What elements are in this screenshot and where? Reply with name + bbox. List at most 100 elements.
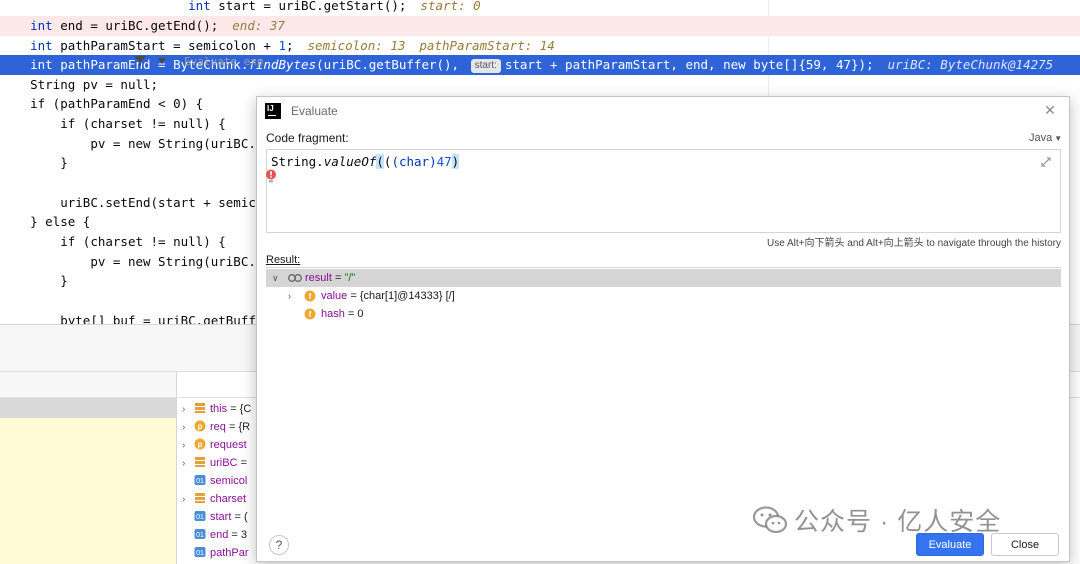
watch-icon: [288, 274, 302, 282]
code-text: if (pathParamEnd < 0) {: [30, 96, 204, 111]
svg-text:f: f: [309, 292, 312, 301]
code-text: end = uriBC.getEnd();: [60, 18, 219, 33]
svg-text:p: p: [198, 440, 203, 449]
variable-name: start: [210, 511, 232, 523]
svg-text:01: 01: [196, 550, 204, 557]
result-tree[interactable]: ∨ result = "/" › f value = {char[1]@1433…: [266, 267, 1061, 531]
keyword: int: [30, 38, 61, 53]
variable-name: request: [210, 439, 247, 451]
code-text: }: [30, 155, 68, 170]
variable-name: end: [210, 529, 229, 541]
keyword: int: [30, 18, 61, 33]
field-name: value: [321, 290, 348, 302]
field-icon: f: [304, 290, 316, 302]
param-icon: p: [194, 420, 206, 432]
error-bulb-icon[interactable]: [265, 169, 277, 183]
close-icon[interactable]: ✕: [1043, 103, 1057, 117]
code-text: byte[] buf = uriBC.getBuffer: [30, 313, 271, 324]
param-icon: p: [194, 438, 206, 450]
field-icon: f: [304, 308, 316, 320]
variable-name: charset: [210, 493, 247, 505]
evaluate-expression-placeholder: Evaluate exp: [184, 55, 264, 68]
dialog-title-bar[interactable]: IJ Evaluate ✕: [257, 97, 1069, 125]
parameter-hint: start:: [470, 59, 501, 73]
result-label: Result:: [266, 254, 300, 266]
field-value: 0: [357, 308, 364, 320]
chevron-right-icon[interactable]: ›: [288, 287, 298, 305]
variable-value: = 3: [228, 529, 248, 541]
primitive-icon: 01: [194, 511, 206, 521]
primitive-icon: 01: [194, 547, 206, 557]
expand-icon[interactable]: [1041, 157, 1051, 167]
evaluate-dialog: IJ Evaluate ✕ Code fragment: Java ▼ Strin…: [256, 96, 1070, 562]
chevron-right-icon[interactable]: ›: [182, 419, 194, 436]
frames-list[interactable]: [0, 398, 176, 564]
paren-highlight: ): [451, 154, 460, 169]
code-text: String.: [271, 154, 324, 169]
code-fragment-text: String.valueOf(((char)47): [271, 154, 460, 169]
variable-name: pathPar: [210, 547, 249, 559]
inline-value-hint: semicolon: 13: [307, 38, 406, 53]
svg-text:01: 01: [196, 514, 204, 521]
variable-value: = (: [231, 511, 248, 523]
chevron-down-icon[interactable]: ∨: [272, 269, 282, 287]
filter-icon[interactable]: [134, 55, 146, 67]
method-name: valueOf: [323, 154, 377, 169]
history-hint: Use Alt+向下箭头 and Alt+向上箭头 to navigate th…: [766, 238, 1061, 249]
frames-header: [0, 372, 176, 398]
language-select[interactable]: Java ▼: [1029, 132, 1062, 144]
chevron-down-icon: ▼: [1054, 134, 1063, 143]
language-value: Java: [1029, 132, 1053, 144]
field-name: hash: [321, 308, 345, 320]
variable-value: = {C: [227, 403, 252, 415]
inline-value-hint: uriBC: ByteChunk@14275 start:: [887, 57, 1054, 72]
code-line-3: int pathParamStart = semicolon + 1; semic…: [0, 36, 1080, 56]
chevron-right-icon[interactable]: ›: [182, 437, 194, 454]
code-text: } else {: [30, 214, 91, 229]
code-fragment-label: Code fragment:: [266, 131, 349, 145]
result-root-row[interactable]: ∨ result = "/": [266, 269, 1061, 287]
code-text: pv = new String(uriBC.ge: [30, 136, 271, 151]
code-line-5: String pv = null;: [0, 75, 1080, 95]
code-text: if (charset != null) {: [30, 116, 226, 131]
result-child-row[interactable]: › f value = {char[1]@14333} [/]: [266, 287, 1061, 305]
variable-name: semicol: [210, 475, 248, 487]
paren-highlight: (: [376, 154, 384, 169]
chevron-right-icon[interactable]: ›: [182, 491, 194, 508]
field-value: {char[1]@14333} [/]: [359, 290, 455, 302]
code-text: uriBC.setEnd(start + semicol: [30, 195, 271, 210]
variable-name: this: [210, 403, 228, 415]
variable-value: =: [237, 457, 247, 469]
inline-value-hint: pathParamStart: 14: [419, 38, 555, 53]
code-line-1: int start = uriBC.getStart(); start: 0: [0, 0, 1080, 16]
code-text: String pv = null;: [30, 77, 159, 92]
svg-text:f: f: [309, 310, 312, 319]
variable-name: uriBC: [210, 457, 238, 469]
inline-value-hint: start: 0: [420, 0, 481, 13]
primitive-icon: 01: [194, 529, 206, 539]
evaluate-button[interactable]: Evaluate: [916, 533, 984, 556]
code-text: pathParamStart = semicolon +: [60, 38, 279, 53]
number-literal: 47: [436, 154, 452, 169]
equals-sign: =: [344, 308, 358, 320]
code-text: if (charset != null) {: [30, 234, 226, 249]
chevron-right-icon[interactable]: ›: [182, 401, 194, 418]
result-name: result: [305, 272, 332, 284]
result-value: "/": [344, 272, 356, 284]
code-fragment-editor[interactable]: String.valueOf(((char)47): [266, 149, 1061, 233]
chevron-down-icon[interactable]: [158, 58, 166, 64]
close-button[interactable]: Close: [991, 533, 1059, 556]
svg-text:p: p: [198, 422, 203, 431]
help-button[interactable]: ?: [269, 535, 289, 555]
code-text: }: [30, 273, 68, 288]
chevron-right-icon[interactable]: ›: [182, 455, 194, 472]
selected-frame[interactable]: [0, 398, 176, 418]
cast-expression: (char): [391, 154, 437, 169]
result-label-text: Result:: [266, 254, 301, 266]
code-text: ;: [286, 38, 294, 53]
svg-text:01: 01: [196, 532, 204, 539]
field-icon: [195, 403, 205, 413]
primitive-icon: 01: [194, 475, 206, 485]
result-child-row[interactable]: f hash = 0: [266, 305, 1061, 323]
equals-sign: =: [331, 272, 345, 284]
